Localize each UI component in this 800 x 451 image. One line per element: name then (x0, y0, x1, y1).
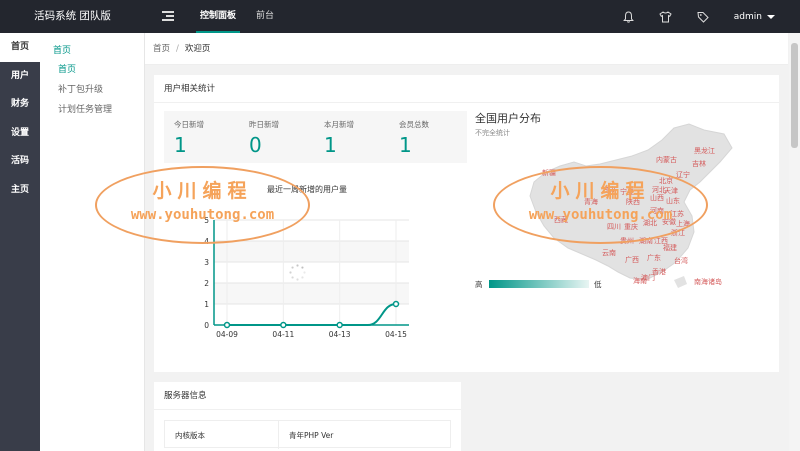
map-label-jilin: 吉林 (692, 160, 706, 168)
stat-value: 1 (324, 133, 337, 157)
loading-spinner-dot (301, 276, 304, 279)
map-label-heilongjiang: 黑龙江 (694, 147, 715, 155)
watermark-url: www.youhutong.com (528, 207, 673, 223)
y-tick-label: 0 (204, 321, 209, 330)
loading-spinner-dot (291, 276, 294, 279)
bell-icon[interactable] (622, 10, 636, 24)
loading-spinner-dot (296, 264, 299, 267)
sidebar-item-homepage[interactable]: 主页 (0, 176, 40, 205)
x-tick-label: 04-11 (272, 330, 294, 339)
subnav-group-title[interactable]: 首页 (40, 33, 144, 56)
table-row: 内核版本 青年PHP Ver (164, 420, 451, 449)
subnav-item-patch-upgrade[interactable]: 补丁包升级 (40, 80, 144, 100)
sidebar-item-home[interactable]: 首页 (0, 33, 40, 62)
user-menu[interactable]: admin (734, 12, 775, 22)
tag-icon[interactable] (696, 10, 710, 24)
server-key: 内核版本 (175, 431, 205, 440)
main-sidebar: 首页 用户 财务 设置 活码 主页 (0, 33, 40, 451)
stat-label: 昨日新增 (249, 120, 279, 129)
loading-spinner-dot (301, 266, 304, 269)
map-label-guangxi: 广西 (625, 256, 639, 264)
data-point (392, 300, 400, 308)
legend-low-label: 低 (594, 280, 602, 289)
watermark-url: www.youhutong.com (130, 207, 275, 223)
data-point (280, 321, 287, 329)
map-label-yunnan: 云南 (602, 249, 616, 257)
sidebar-item-settings[interactable]: 设置 (0, 119, 40, 148)
y-tick-label: 3 (204, 258, 209, 267)
stat-label: 会员总数 (399, 120, 429, 129)
legend-gradient-bar[interactable] (489, 280, 589, 288)
loading-spinner-dot (289, 271, 292, 274)
y-tick-label: 1 (204, 300, 209, 309)
breadcrumb-separator: / (176, 44, 179, 54)
stats-card-title: 用户相关统计 (154, 75, 779, 103)
top-right-tools: admin (599, 0, 775, 33)
server-value: 青年PHP Ver (289, 431, 334, 440)
server-card: 服务器信息 内核版本 青年PHP Ver (154, 382, 461, 451)
user-name: admin (733, 11, 762, 22)
sidebar-item-finance[interactable]: 财务 (0, 90, 40, 119)
subnav-item-cron-tasks[interactable]: 计划任务管理 (40, 100, 144, 120)
watermark-text: 小川编程 (152, 180, 253, 202)
map-label-taiwan: 台湾 (674, 257, 688, 265)
stat-value: 1 (399, 133, 412, 157)
top-nav: 控制面板 前台 (190, 0, 284, 33)
page-scrollbar[interactable] (789, 33, 800, 451)
legend-high-label: 高 (475, 280, 483, 289)
data-point (223, 321, 231, 329)
chart-grid-band (214, 283, 409, 304)
sidebar-item-users[interactable]: 用户 (0, 62, 40, 91)
x-tick-label: 04-09 (216, 330, 238, 339)
stat-value: 0 (249, 133, 262, 157)
watermark-logo: 小川编程 www.youhutong.com (493, 166, 708, 244)
shirt-icon[interactable] (659, 10, 673, 24)
breadcrumb-home[interactable]: 首页 (153, 44, 170, 54)
stat-month: 本月新增 1 (314, 111, 392, 163)
map-label-fujian: 福建 (663, 244, 677, 252)
top-nav-control-panel[interactable]: 控制面板 (190, 0, 246, 33)
y-tick-label: 2 (204, 279, 209, 288)
stat-label: 今日新增 (174, 120, 204, 129)
sidebar-item-livecode[interactable]: 活码 (0, 147, 40, 176)
data-point (336, 321, 343, 329)
server-card-title: 服务器信息 (154, 382, 461, 410)
stat-today: 今日新增 1 (164, 111, 242, 163)
stat-total: 会员总数 1 (389, 111, 467, 163)
sub-sidebar: 首页 首页 补丁包升级 计划任务管理 (40, 33, 145, 451)
map-label-nanhai: 南海诸岛 (694, 278, 722, 286)
table-divider (278, 421, 279, 449)
watermark-logo: 小川编程 www.youhutong.com (95, 166, 310, 244)
stat-yesterday: 昨日新增 0 (239, 111, 317, 163)
x-tick-label: 04-15 (385, 330, 407, 339)
breadcrumb-current: 欢迎页 (184, 44, 211, 54)
subnav-item-home[interactable]: 首页 (40, 60, 144, 80)
map-label-guangdong: 广东 (647, 254, 661, 262)
breadcrumb: 首页 / 欢迎页 (145, 33, 788, 65)
loading-spinner-dot (296, 278, 299, 281)
app-title[interactable]: 活码系统 团队版 (0, 0, 145, 33)
map-label-neimenggu: 内蒙古 (656, 156, 677, 164)
loading-spinner-dot (291, 266, 294, 269)
stat-label: 本月新增 (324, 120, 354, 129)
loading-spinner-dot (303, 271, 306, 274)
top-nav-frontend[interactable]: 前台 (246, 0, 284, 33)
caret-down-icon (767, 14, 775, 19)
map-label-hongkong: 香港 (652, 268, 666, 276)
map-subtitle: 不完全统计 (475, 129, 510, 137)
scrollbar-thumb[interactable] (791, 43, 798, 148)
stat-value: 1 (174, 133, 187, 157)
watermark-text: 小川编程 (550, 180, 651, 202)
top-bar: 活码系统 团队版 控制面板 前台 admin (0, 0, 800, 33)
chart-grid-band (214, 241, 409, 262)
series-line (226, 303, 397, 326)
menu-toggle-icon[interactable] (162, 11, 174, 21)
x-tick-label: 04-13 (329, 330, 351, 339)
